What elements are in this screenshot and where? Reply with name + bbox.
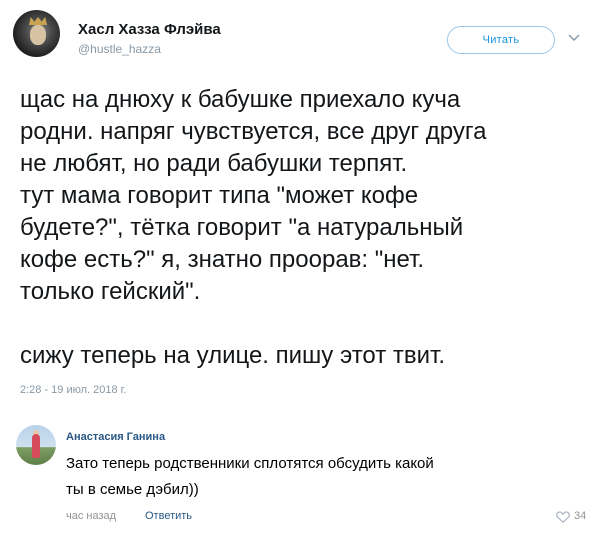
author-display-name[interactable]: Хасл Хазза Флэйва [78, 21, 221, 38]
author-handle[interactable]: @hustle_hazza [78, 42, 161, 56]
comment-text: Зато теперь родственники сплотятся обсуд… [66, 455, 434, 498]
follow-button[interactable]: Читать [447, 26, 555, 54]
commenter-avatar[interactable] [16, 425, 56, 465]
tweet-timestamp[interactable]: 2:28 - 19 июл. 2018 г. [20, 384, 126, 396]
tweet-text: щас на днюху к бабушке приехало куча род… [20, 86, 487, 369]
crown-graphic [29, 17, 47, 25]
like-count: 34 [574, 510, 587, 522]
chevron-down-icon[interactable] [568, 33, 580, 42]
author-avatar[interactable] [13, 10, 60, 57]
face-graphic [30, 25, 46, 45]
heart-icon[interactable] [556, 511, 570, 523]
reply-button[interactable]: Ответить [145, 510, 192, 522]
commenter-name[interactable]: Анастасия Ганина [66, 431, 165, 443]
avatar-figure-graphic [32, 434, 40, 458]
comment-time: час назад [66, 510, 117, 522]
